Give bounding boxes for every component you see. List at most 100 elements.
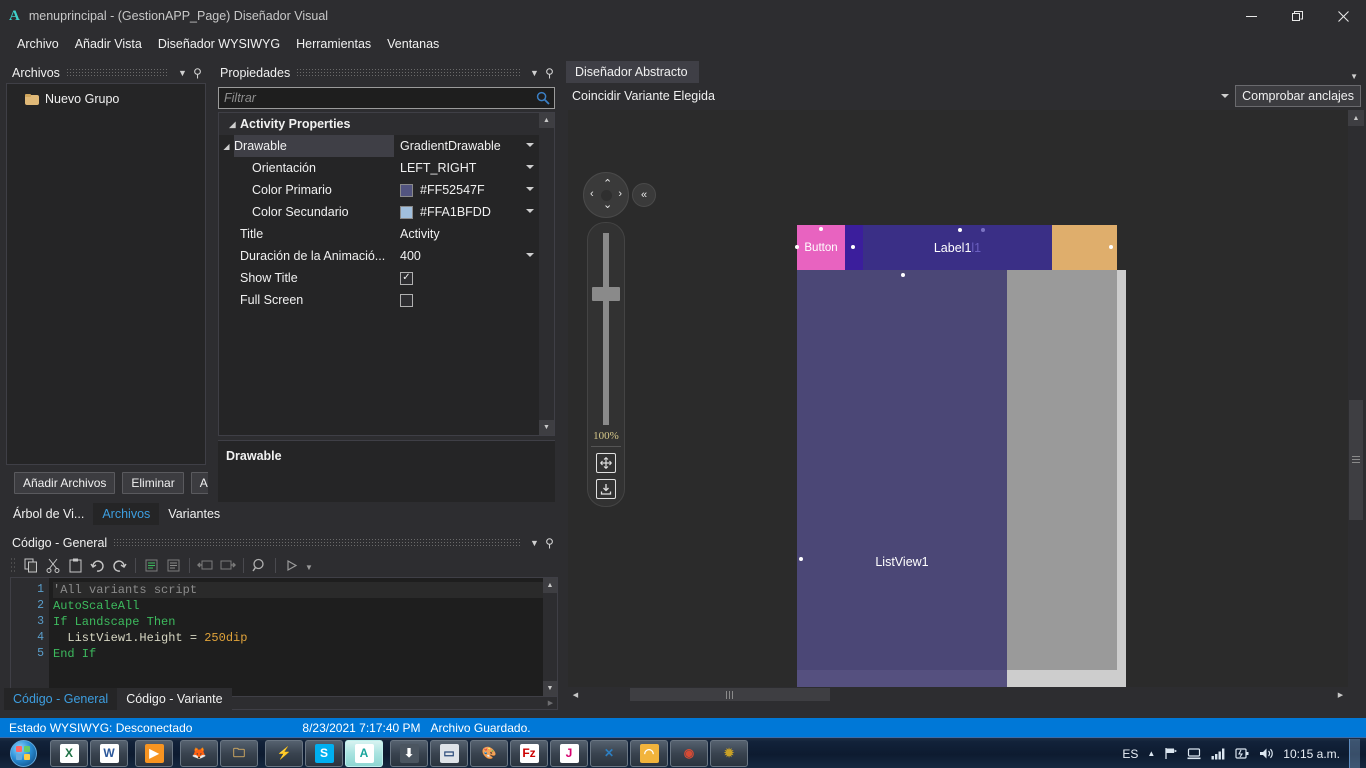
scrollbar-thumb[interactable]	[630, 688, 830, 701]
pin-icon[interactable]: ⚲	[542, 536, 557, 550]
tab-archivos[interactable]: Archivos	[93, 503, 160, 525]
property-value[interactable]	[394, 289, 539, 311]
property-row-duracion-animacion[interactable]: Duración de la Animació... 400	[219, 245, 539, 267]
scroll-up-icon[interactable]: ▲	[1348, 110, 1364, 126]
run-icon[interactable]	[281, 555, 302, 575]
taskbar-item-misc-app[interactable]: ✹	[710, 739, 748, 767]
delete-button[interactable]: Eliminar	[122, 472, 184, 494]
panel-menu-chevron-down-icon[interactable]: ▼	[527, 538, 542, 548]
taskbar-item-media-player[interactable]: ▶	[135, 739, 173, 767]
filter-field[interactable]	[218, 87, 555, 109]
file-tree[interactable]: Nuevo Grupo	[6, 83, 206, 465]
resize-handle[interactable]	[819, 227, 823, 231]
designer-tab-overflow-icon[interactable]: ▼	[1342, 70, 1366, 83]
resize-handle[interactable]	[851, 245, 855, 249]
zoom-slider-thumb[interactable]	[592, 287, 620, 301]
drag-grip[interactable]	[113, 539, 521, 546]
preview-listview-widget[interactable]: ListView1	[797, 270, 1007, 670]
tree-item-nuevo-grupo[interactable]: Nuevo Grupo	[7, 90, 205, 108]
property-value[interactable]: GradientDrawable	[394, 135, 539, 157]
tab-arbol-de-vistas[interactable]: Árbol de Vi...	[4, 503, 94, 525]
close-button[interactable]	[1320, 0, 1366, 32]
taskbar-item-notepad[interactable]: ▭	[430, 739, 468, 767]
preview-panel-widget[interactable]	[1052, 225, 1117, 270]
panel-menu-chevron-down-icon[interactable]: ▼	[527, 68, 542, 78]
code-lines[interactable]: 'All variants script AutoScaleAll If Lan…	[49, 578, 543, 696]
scroll-down-icon[interactable]: ▼	[539, 420, 554, 435]
resize-handle[interactable]	[799, 557, 803, 561]
scroll-up-icon[interactable]: ▲	[543, 578, 557, 593]
taskbar-item-orange-app[interactable]: ◠	[630, 739, 668, 767]
filter-input[interactable]	[219, 91, 532, 105]
comment-icon[interactable]	[141, 555, 162, 575]
taskbar-item-vscode[interactable]: ✕	[590, 739, 628, 767]
taskbar-item-lightning-app[interactable]: ⚡	[265, 739, 303, 767]
paste-icon[interactable]	[65, 555, 86, 575]
network-icon[interactable]	[1187, 747, 1202, 760]
resize-handle[interactable]	[795, 245, 799, 249]
property-value[interactable]: 400	[394, 245, 539, 267]
pan-down-icon[interactable]: ⌄	[603, 200, 612, 211]
taskbar-item-j-app[interactable]: J	[550, 739, 588, 767]
panel-menu-chevron-down-icon[interactable]: ▼	[175, 68, 190, 78]
scroll-up-icon[interactable]: ▲	[539, 113, 554, 128]
cut-icon[interactable]	[43, 555, 64, 575]
property-value[interactable]: #FFA1BFDD	[394, 201, 539, 223]
pin-icon[interactable]: ⚲	[190, 66, 205, 80]
property-row-show-title[interactable]: Show Title ✓	[219, 267, 539, 289]
toolbar-overflow-icon[interactable]: ▼	[303, 555, 315, 575]
chevron-down-icon[interactable]	[526, 253, 534, 257]
taskbar-item-excel[interactable]: X	[50, 739, 88, 767]
taskbar-item-firefox[interactable]: 🦊	[180, 739, 218, 767]
volume-icon[interactable]	[1259, 747, 1274, 760]
preview-spacer-widget[interactable]	[845, 225, 863, 270]
preview-label-widget[interactable]: Label1 l1	[863, 225, 1052, 270]
menu-ventanas[interactable]: Ventanas	[379, 34, 447, 54]
add-files-button[interactable]: Añadir Archivos	[14, 472, 116, 494]
full-screen-checkbox[interactable]	[400, 293, 413, 307]
property-row-full-screen[interactable]: Full Screen	[219, 289, 539, 311]
resize-handle[interactable]	[958, 228, 962, 232]
taskbar-item-word[interactable]: W	[90, 739, 128, 767]
pin-icon[interactable]: ⚲	[542, 66, 557, 80]
drag-grip[interactable]	[296, 69, 521, 76]
save-layout-icon[interactable]	[596, 479, 616, 499]
restore-button[interactable]	[1274, 0, 1320, 32]
taskbar-item-filezilla[interactable]: Fz	[510, 739, 548, 767]
scroll-down-icon[interactable]: ▼	[543, 681, 557, 696]
pan-left-icon[interactable]: ‹	[590, 189, 594, 200]
property-row-drawable[interactable]: ◢ Drawable GradientDrawable	[219, 135, 539, 157]
check-anchors-button[interactable]: Comprobar anclajes	[1235, 85, 1361, 107]
pan-up-icon[interactable]: ⌃	[603, 179, 612, 190]
signal-icon[interactable]	[1211, 747, 1226, 760]
redo-icon[interactable]	[109, 555, 130, 575]
pan-navigation-pad[interactable]: ⌃ ⌄ ‹ ›	[583, 172, 629, 218]
menu-disenador-wysiwyg[interactable]: Diseñador WYSIWYG	[150, 34, 288, 54]
property-value[interactable]: Activity	[394, 223, 539, 245]
designer-canvas[interactable]: ⌃ ⌄ ‹ › « 100% Button Label1 l1 ListView…	[568, 110, 1348, 694]
resize-handle[interactable]	[981, 228, 985, 232]
undo-icon[interactable]	[87, 555, 108, 575]
uncomment-icon[interactable]	[163, 555, 184, 575]
taskbar-item-skype[interactable]: S	[305, 739, 343, 767]
battery-icon[interactable]	[1235, 747, 1250, 760]
code-editor[interactable]: 1 2 3 4 5 'All variants script AutoScale…	[10, 577, 558, 697]
menu-archivo[interactable]: Archivo	[9, 34, 67, 54]
designer-horizontal-scrollbar[interactable]: ◀ ▶	[568, 687, 1348, 702]
start-button[interactable]	[0, 738, 46, 768]
code-vertical-scrollbar[interactable]: ▲ ▼	[543, 578, 557, 696]
property-row-orientacion[interactable]: Orientación LEFT_RIGHT	[219, 157, 539, 179]
expander-icon[interactable]: ◢	[225, 120, 240, 129]
resize-handle[interactable]	[1109, 245, 1113, 249]
scroll-right-icon[interactable]: ▶	[544, 699, 557, 707]
taskbar-item-chrome[interactable]: ◉	[670, 739, 708, 767]
property-row-title[interactable]: Title Activity	[219, 223, 539, 245]
menu-herramientas[interactable]: Herramientas	[288, 34, 379, 54]
property-category-activity[interactable]: ◢ Activity Properties	[219, 113, 539, 135]
toolbar-grip[interactable]	[10, 557, 17, 573]
tab-disenador-abstracto[interactable]: Diseñador Abstracto	[566, 61, 699, 83]
taskbar-item-paint[interactable]: 🎨	[470, 739, 508, 767]
scroll-right-icon[interactable]: ▶	[1334, 691, 1347, 699]
collapse-toolbar-button[interactable]: «	[632, 183, 656, 207]
taskbar-item-file-explorer[interactable]: 🗀	[220, 739, 258, 767]
